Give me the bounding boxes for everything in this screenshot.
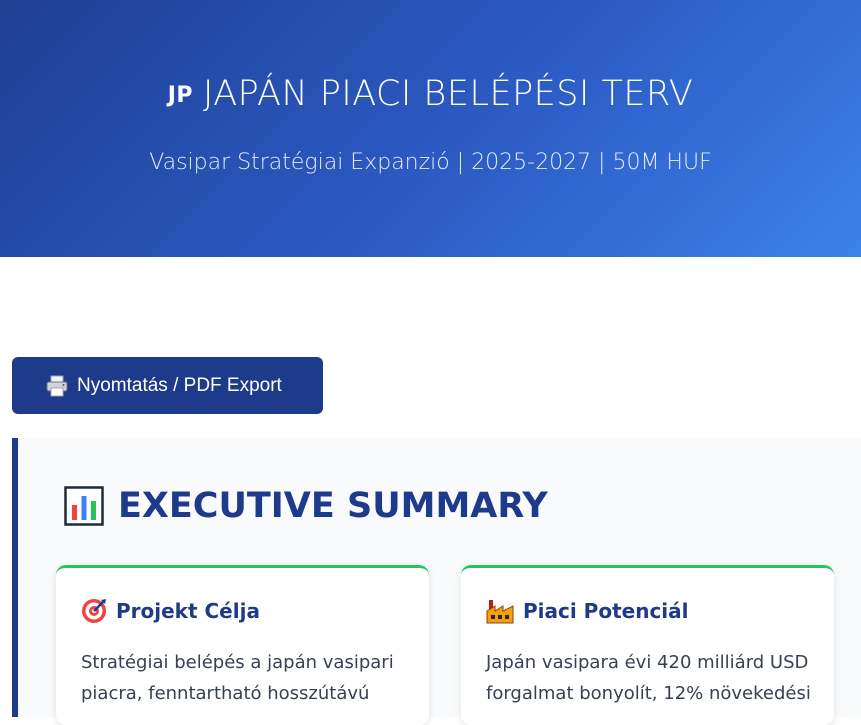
page-title: JP JAPÁN PIACI BELÉPÉSI TERV: [0, 74, 861, 114]
page-header: JP JAPÁN PIACI BELÉPÉSI TERV Vasipar Stra…: [0, 0, 861, 257]
card-text: Stratégiai belépés a japán vasipari piac…: [81, 652, 394, 704]
card-title-text: Projekt Célja: [116, 599, 260, 623]
factory-icon: [486, 598, 514, 624]
section-title: EXECUTIVE SUMMARY: [64, 486, 548, 526]
card-title-text: Piaci Potenciál: [523, 599, 689, 623]
bar-chart-icon: [64, 486, 104, 526]
target-icon: [81, 598, 107, 624]
print-button-label: Nyomtatás / PDF Export: [77, 374, 282, 396]
card-text: Japán vasipara évi 420 milliárd USD forg…: [486, 652, 811, 704]
page-title-text: JAPÁN PIACI BELÉPÉSI TERV: [203, 74, 694, 114]
summary-card-project-goal: Projekt Célja Stratégiai belépés a japán…: [56, 565, 429, 725]
japan-flag-label: JP: [167, 83, 194, 108]
executive-summary-section: EXECUTIVE SUMMARY Projekt Célja Stratégi…: [12, 438, 861, 725]
summary-card-market-potential: Piaci Potenciál Japán vasipara évi 420 m…: [461, 565, 834, 725]
print-pdf-export-button[interactable]: Nyomtatás / PDF Export: [12, 357, 323, 414]
card-title: Piaci Potenciál: [486, 598, 689, 624]
card-title: Projekt Célja: [81, 598, 260, 624]
section-title-text: EXECUTIVE SUMMARY: [118, 486, 548, 526]
printer-icon: [45, 374, 69, 398]
page-subtitle: Vasipar Stratégiai Expanzió | 2025-2027 …: [149, 150, 712, 175]
